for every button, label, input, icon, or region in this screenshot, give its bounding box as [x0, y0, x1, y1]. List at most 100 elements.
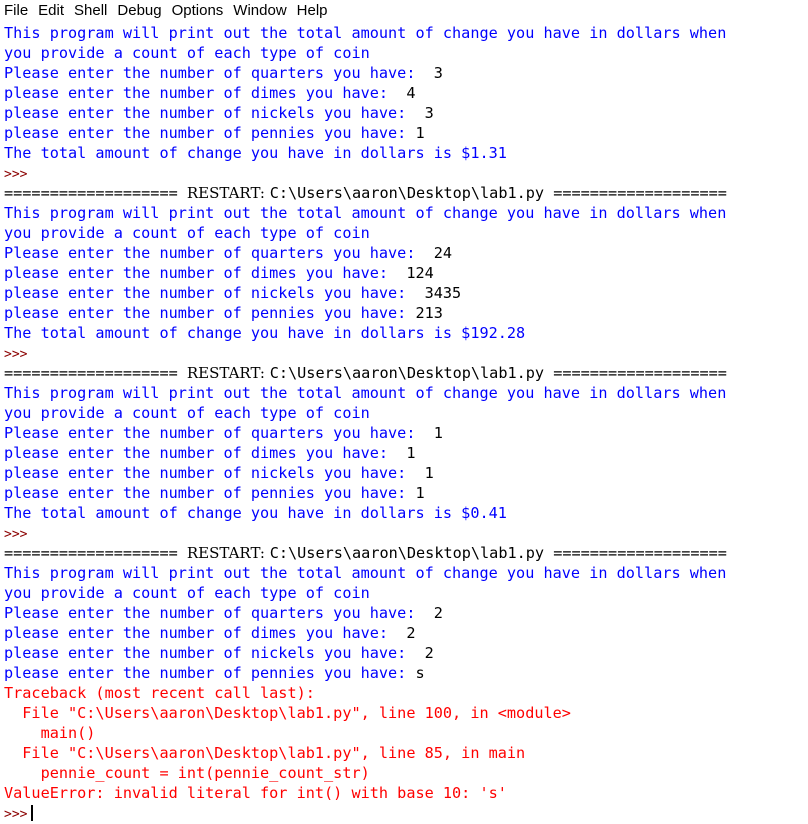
input-prompt-line: Please enter the number of quarters you …: [0, 603, 808, 623]
output-text: The total amount of change you have in d…: [4, 144, 507, 162]
prompt-text: Please enter the number of quarters you …: [4, 244, 425, 262]
user-input: 3435: [415, 284, 462, 302]
output-text: This program will print out the total am…: [4, 384, 727, 402]
shell-prompt-line: >>>: [0, 523, 808, 543]
menu-shell[interactable]: Shell: [70, 0, 111, 21]
prompt-text: please enter the number of pennies you h…: [4, 124, 416, 142]
input-prompt-line: please enter the number of pennies you h…: [0, 483, 808, 503]
output-text: This program will print out the total am…: [4, 204, 727, 222]
output-line: This program will print out the total am…: [0, 23, 808, 43]
input-prompt-line: Please enter the number of quarters you …: [0, 243, 808, 263]
menu-debug[interactable]: Debug: [113, 0, 165, 21]
shell-output-area[interactable]: This program will print out the total am…: [0, 23, 808, 824]
input-prompt-line: please enter the number of pennies you h…: [0, 303, 808, 323]
input-prompt-line: Please enter the number of quarters you …: [0, 63, 808, 83]
error-text: File "C:\Users\aaron\Desktop\lab1.py", l…: [4, 744, 526, 762]
output-text: This program will print out the total am…: [4, 24, 727, 42]
user-input: 24: [424, 244, 453, 262]
input-prompt-line: please enter the number of nickels you h…: [0, 103, 808, 123]
restart-line: =================== RESTART: C:\Users\aa…: [0, 363, 808, 383]
text-cursor[interactable]: [31, 805, 34, 821]
output-line: The total amount of change you have in d…: [0, 503, 808, 523]
restart-rule-right: ===================: [544, 184, 727, 202]
output-line: This program will print out the total am…: [0, 383, 808, 403]
output-line: you provide a count of each type of coin: [0, 583, 808, 603]
restart-rule-left: ===================: [4, 364, 187, 382]
prompt-text: Please enter the number of quarters you …: [4, 64, 425, 82]
error-line: pennie_count = int(pennie_count_str): [0, 763, 808, 783]
output-text: The total amount of change you have in d…: [4, 504, 507, 522]
restart-label: RESTART:: [186, 184, 270, 202]
shell-prompt-line: >>>: [0, 803, 808, 823]
output-line: This program will print out the total am…: [0, 203, 808, 223]
error-text: File "C:\Users\aaron\Desktop\lab1.py", l…: [4, 704, 571, 722]
menu-help[interactable]: Help: [293, 0, 332, 21]
restart-line: =================== RESTART: C:\Users\aa…: [0, 543, 808, 563]
shell-prompt-line: >>>: [0, 343, 808, 363]
input-prompt-line: please enter the number of dimes you hav…: [0, 263, 808, 283]
prompt-text: please enter the number of nickels you h…: [4, 644, 416, 662]
input-prompt-line: please enter the number of pennies you h…: [0, 663, 808, 683]
restart-rule-left: ===================: [4, 184, 187, 202]
user-input: 2: [424, 604, 443, 622]
menu-window[interactable]: Window: [229, 0, 290, 21]
error-line: File "C:\Users\aaron\Desktop\lab1.py", l…: [0, 703, 808, 723]
restart-rule-left: ===================: [4, 544, 187, 562]
shell-prompt: >>>: [4, 347, 28, 362]
input-prompt-line: please enter the number of nickels you h…: [0, 283, 808, 303]
user-input: 1: [415, 464, 434, 482]
restart-label: RESTART:: [186, 544, 270, 562]
output-line: you provide a count of each type of coin: [0, 223, 808, 243]
error-text: pennie_count = int(pennie_count_str): [4, 764, 370, 782]
output-text: you provide a count of each type of coin: [4, 44, 370, 62]
shell-prompt-line: >>>: [0, 163, 808, 183]
shell-prompt: >>>: [4, 167, 28, 182]
shell-prompt: >>>: [4, 527, 28, 542]
input-prompt-line: please enter the number of nickels you h…: [0, 463, 808, 483]
user-input: 124: [397, 264, 434, 282]
prompt-text: please enter the number of pennies you h…: [4, 484, 416, 502]
menu-file[interactable]: File: [0, 0, 32, 21]
prompt-text: Please enter the number of quarters you …: [4, 604, 425, 622]
input-prompt-line: Please enter the number of quarters you …: [0, 423, 808, 443]
user-input: 3: [424, 64, 443, 82]
menu-edit[interactable]: Edit: [34, 0, 68, 21]
prompt-text: Please enter the number of quarters you …: [4, 424, 425, 442]
error-text: ValueError: invalid literal for int() wi…: [4, 784, 507, 802]
prompt-text: please enter the number of nickels you h…: [4, 284, 416, 302]
error-text: main(): [4, 724, 96, 742]
user-input: 1: [397, 444, 416, 462]
restart-label: RESTART:: [186, 364, 270, 382]
prompt-text: please enter the number of dimes you hav…: [4, 84, 398, 102]
input-prompt-line: please enter the number of dimes you hav…: [0, 443, 808, 463]
restart-path: C:\Users\aaron\Desktop\lab1.py: [269, 184, 545, 202]
restart-rule-right: ===================: [544, 364, 727, 382]
output-text: you provide a count of each type of coin: [4, 224, 370, 242]
error-line: File "C:\Users\aaron\Desktop\lab1.py", l…: [0, 743, 808, 763]
restart-line: =================== RESTART: C:\Users\aa…: [0, 183, 808, 203]
prompt-text: please enter the number of pennies you h…: [4, 304, 416, 322]
input-prompt-line: please enter the number of nickels you h…: [0, 643, 808, 663]
user-input: 2: [397, 624, 416, 642]
output-text: This program will print out the total am…: [4, 564, 727, 582]
restart-rule-right: ===================: [544, 544, 727, 562]
prompt-text: please enter the number of dimes you hav…: [4, 264, 398, 282]
prompt-text: please enter the number of nickels you h…: [4, 104, 416, 122]
error-line: ValueError: invalid literal for int() wi…: [0, 783, 808, 803]
output-text: you provide a count of each type of coin: [4, 404, 370, 422]
output-line: The total amount of change you have in d…: [0, 323, 808, 343]
user-input: s: [415, 664, 425, 682]
user-input: 1: [415, 124, 425, 142]
menu-options[interactable]: Options: [168, 0, 228, 21]
output-text: The total amount of change you have in d…: [4, 324, 526, 342]
output-line: This program will print out the total am…: [0, 563, 808, 583]
output-line: you provide a count of each type of coin: [0, 403, 808, 423]
user-input: 1: [415, 484, 425, 502]
error-line: main(): [0, 723, 808, 743]
input-prompt-line: please enter the number of dimes you hav…: [0, 623, 808, 643]
user-input: 2: [415, 644, 434, 662]
shell-prompt: >>>: [4, 807, 28, 822]
error-text: Traceback (most recent call last):: [4, 684, 315, 702]
output-text: you provide a count of each type of coin: [4, 584, 370, 602]
restart-path: C:\Users\aaron\Desktop\lab1.py: [269, 544, 545, 562]
